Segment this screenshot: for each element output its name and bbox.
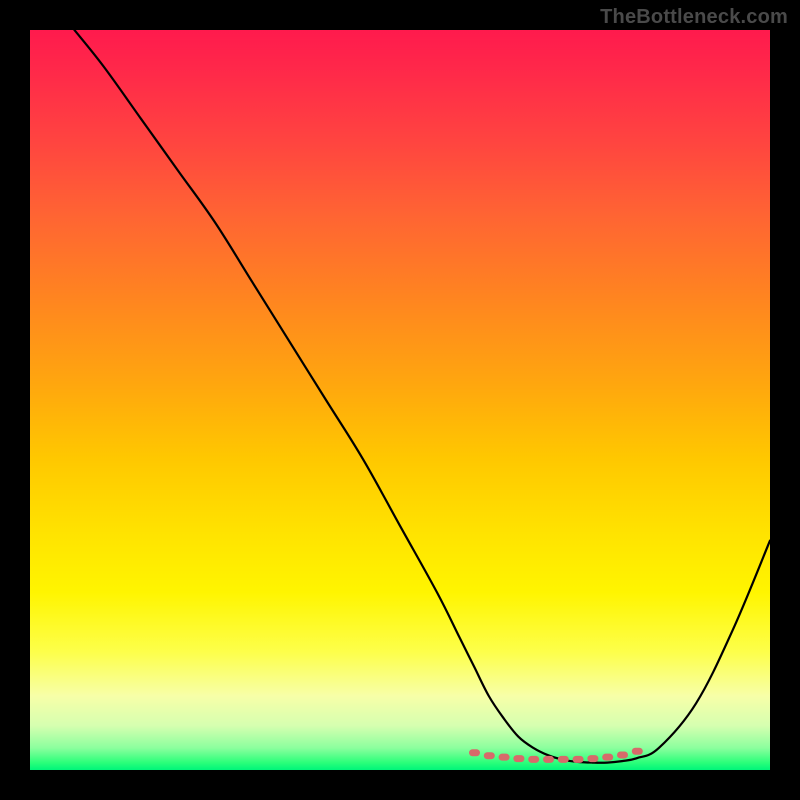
- highlight-dot: [469, 749, 480, 756]
- chart-svg: [30, 30, 770, 770]
- highlight-dot: [632, 748, 643, 755]
- chart-container: TheBottleneck.com: [0, 0, 800, 800]
- highlight-dot: [499, 754, 510, 761]
- curve-path: [74, 30, 770, 763]
- plot-area: [30, 30, 770, 770]
- highlight-dot: [513, 755, 524, 762]
- highlight-dot: [573, 756, 584, 763]
- highlight-dot: [602, 754, 613, 761]
- highlight-dot: [543, 756, 554, 763]
- highlight-dot: [587, 755, 598, 762]
- highlight-dot: [617, 751, 628, 758]
- highlight-dot: [558, 756, 569, 763]
- highlight-dot: [528, 756, 539, 763]
- highlight-dots-group: [469, 748, 643, 763]
- highlight-dot: [484, 752, 495, 759]
- watermark-text: TheBottleneck.com: [600, 6, 788, 29]
